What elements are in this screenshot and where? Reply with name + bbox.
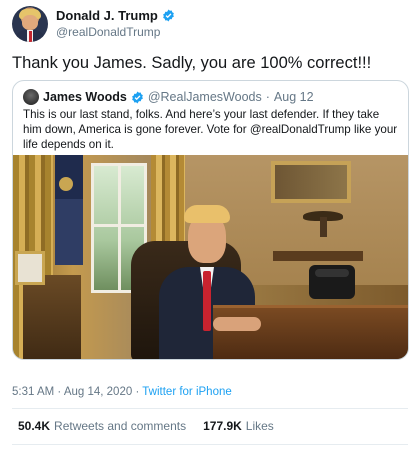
tweet-source-link[interactable]: Twitter for iPhone <box>142 386 231 398</box>
tweet-header: Donald J. Trump @realDonaldTrump <box>12 6 408 42</box>
dot-separator: · <box>135 386 140 398</box>
quoted-tweet-photo[interactable] <box>13 155 408 359</box>
author-display-name[interactable]: Donald J. Trump <box>56 8 158 23</box>
quoted-author-name[interactable]: James Woods <box>43 90 127 104</box>
eagle-statue-image <box>303 203 343 239</box>
quoted-tweet-card[interactable]: James Woods @RealJamesWoods · Aug 12 Thi… <box>12 80 409 360</box>
telephone-image <box>309 265 355 299</box>
divider <box>12 408 408 409</box>
divider <box>12 444 408 445</box>
dot-separator: · <box>57 386 62 398</box>
author-name-row: Donald J. Trump <box>56 8 175 23</box>
tweet-stats: 50.4K Retweets and comments 177.9K Likes <box>18 419 274 433</box>
quoted-author-handle[interactable]: @RealJamesWoods <box>148 90 262 104</box>
flag-image <box>55 155 83 265</box>
retweets-count[interactable]: 50.4K <box>18 419 50 433</box>
tweet-time[interactable]: 5:31 AM <box>12 386 54 398</box>
author-handle[interactable]: @realDonaldTrump <box>56 25 160 39</box>
desk-image <box>213 305 408 359</box>
tweet-meta: 5:31 AM · Aug 14, 2020 · Twitter for iPh… <box>12 386 232 398</box>
likes-label[interactable]: Likes <box>246 419 274 433</box>
quoted-author-avatar[interactable] <box>23 89 39 105</box>
author-avatar[interactable] <box>12 6 48 42</box>
quoted-tweet-date[interactable]: Aug 12 <box>274 90 314 104</box>
tweet-date[interactable]: Aug 14, 2020 <box>64 386 132 398</box>
tweet-text: Thank you James. Sadly, you are 100% cor… <box>12 54 372 72</box>
verified-badge-icon <box>162 9 174 22</box>
retweets-label[interactable]: Retweets and comments <box>54 419 186 433</box>
quoted-tweet-header: James Woods @RealJamesWoods · Aug 12 <box>23 89 314 105</box>
likes-count[interactable]: 177.9K <box>203 419 242 433</box>
quoted-tweet-text: This is our last stand, folks. And here’… <box>23 108 398 151</box>
verified-badge-icon <box>131 91 143 103</box>
dot-separator: · <box>265 90 270 104</box>
